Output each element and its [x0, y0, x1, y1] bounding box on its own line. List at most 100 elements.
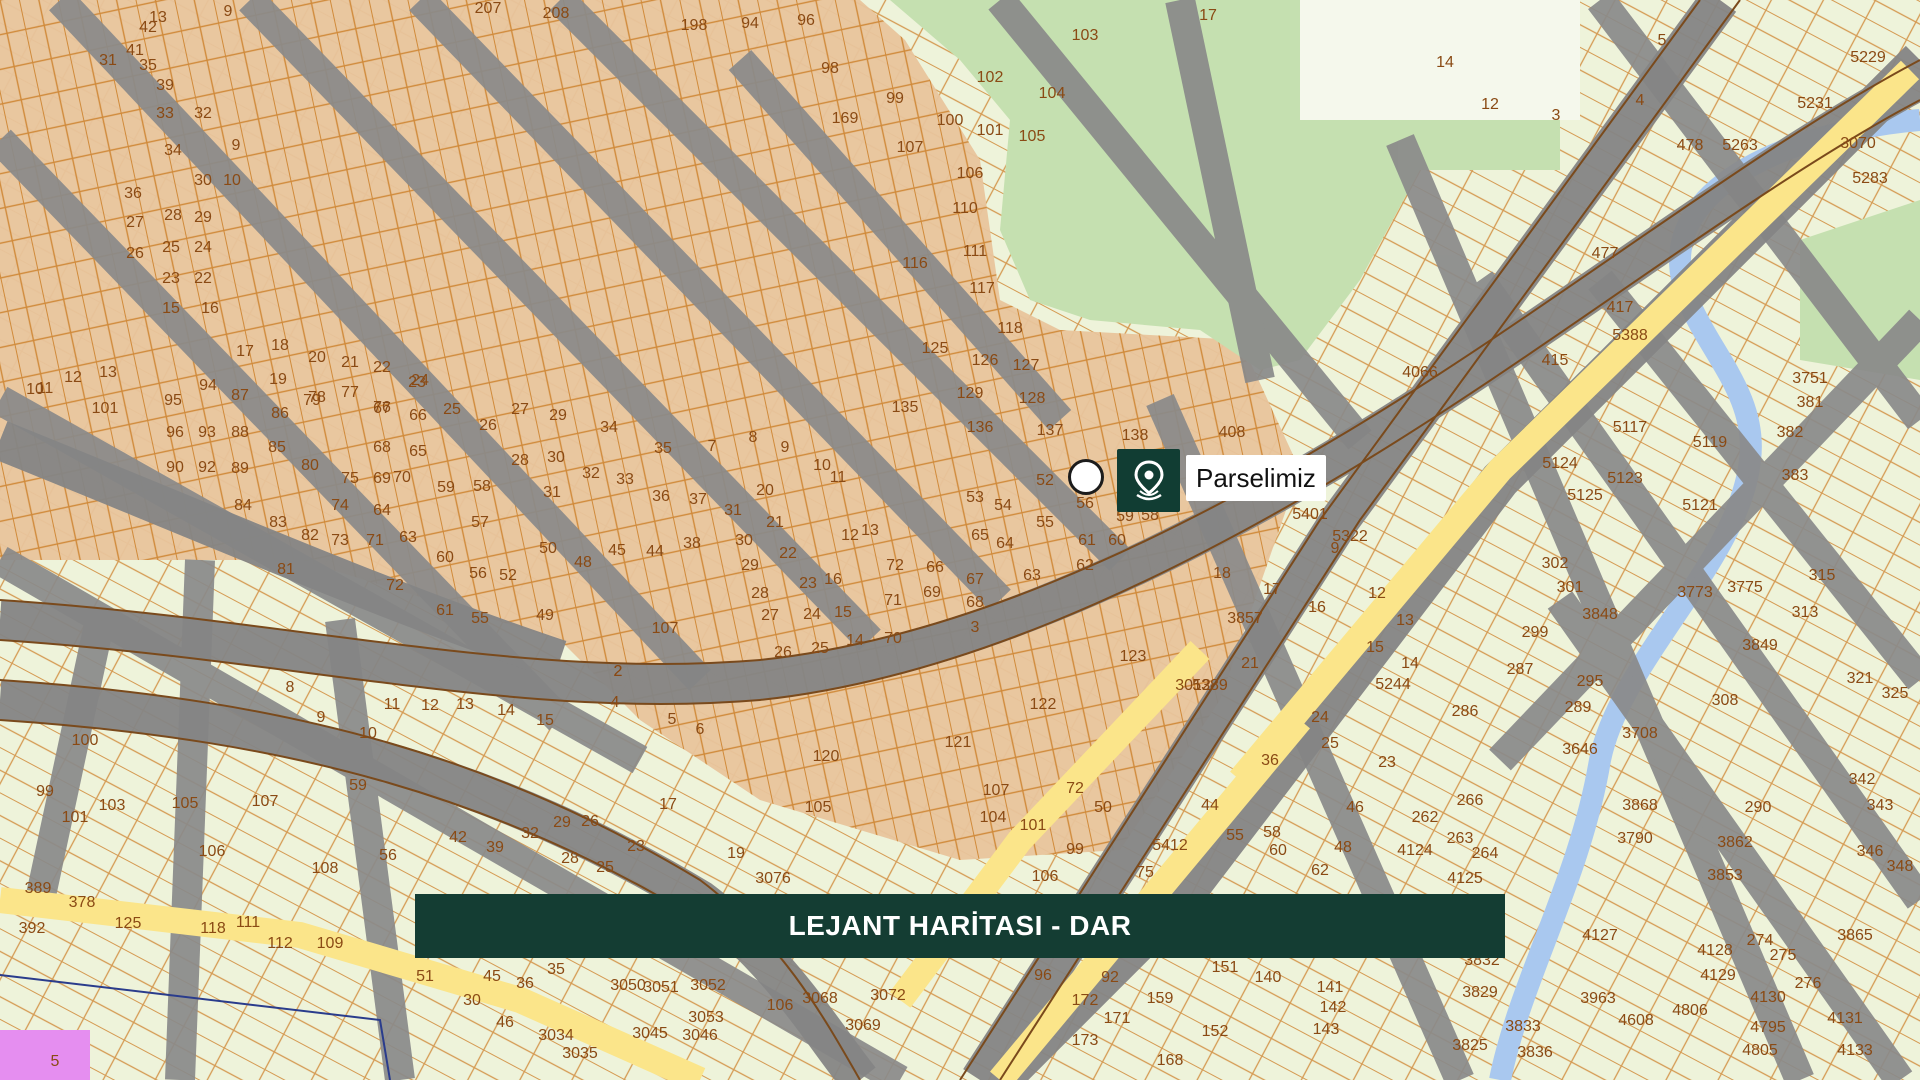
parcel-number: 27 [511, 401, 529, 418]
parcel-number: 107 [252, 793, 279, 810]
parcel-number: 31 [724, 502, 742, 519]
parcel-number: 62 [1311, 862, 1329, 879]
parcel-number: 33 [616, 471, 634, 488]
parcel-number: 52 [499, 567, 517, 584]
parcel-number: 100 [937, 112, 964, 129]
parcel-number: 112 [267, 935, 293, 952]
parcel-number: 4806 [1672, 1002, 1708, 1019]
parcel-number: 12 [841, 527, 859, 544]
parcel-number: 84 [234, 497, 252, 514]
parcel-number: 3790 [1617, 830, 1653, 847]
parcel-number: 25 [596, 859, 614, 876]
parcel-number: 3034 [538, 1027, 574, 1044]
parcel-number: 4131 [1827, 1010, 1863, 1027]
parcel-number: 26 [126, 245, 144, 262]
parcel-number: 80 [301, 457, 319, 474]
parcel-number: 11 [384, 696, 401, 713]
parcel-number: 48 [1334, 839, 1352, 856]
parcel-number: 72 [1066, 780, 1084, 797]
parcel-number: 36 [124, 185, 142, 202]
parcel-number: 94 [741, 15, 759, 32]
parcel-number: 14 [1436, 54, 1454, 71]
parcel-number: 9 [317, 709, 326, 726]
parcel-number: 93 [198, 424, 216, 441]
parcel-number: 35 [654, 440, 672, 457]
parcel-number: 207 [475, 0, 502, 17]
parcel-number: 9 [1331, 540, 1340, 557]
parcel-number: 138 [1122, 427, 1149, 444]
parcel-number: 417 [1607, 299, 1634, 316]
parcel-number: 3708 [1622, 725, 1658, 742]
parcel-number: 381 [1797, 394, 1824, 411]
parcel-number: 59 [437, 479, 455, 496]
parcel-number: 266 [1457, 792, 1484, 809]
parcel-number: 61 [436, 602, 454, 619]
parcel-number: 19 [727, 845, 745, 862]
parcel-number: 348 [1887, 858, 1914, 875]
parcel-number: 4795 [1750, 1019, 1786, 1036]
parcel-number: 61 [1078, 532, 1096, 549]
parcel-number: 35 [139, 57, 157, 74]
parcel-number: 30 [194, 172, 212, 189]
parcel-number: 58 [473, 478, 491, 495]
parcel-number: 3072 [870, 987, 906, 1004]
parcel-number: 4066 [1402, 364, 1438, 381]
parcel-number: 22 [194, 270, 212, 287]
parcel-point-marker[interactable] [1068, 459, 1104, 495]
parcel-number: 16 [1308, 599, 1326, 616]
parcel-number: 87 [231, 387, 249, 404]
parcel-number: 5 [1658, 32, 1667, 49]
parcel-number: 39 [156, 77, 174, 94]
parcel-number: 13 [861, 522, 879, 539]
location-pin-icon[interactable] [1117, 449, 1180, 512]
parcel-number: 299 [1522, 624, 1549, 641]
parcel-number: 56 [379, 847, 397, 864]
parcel-label: Parselimiz [1186, 455, 1326, 501]
parcel-number: 172 [1072, 992, 1099, 1009]
parcel-number: 35 [547, 961, 565, 978]
parcel-number: 28 [164, 207, 182, 224]
parcel-number: 82 [301, 527, 319, 544]
parcel-number: 276 [1795, 975, 1822, 992]
parcel-number: 12 [64, 369, 82, 386]
parcel-number: 378 [69, 894, 96, 911]
parcel-number: 34 [164, 142, 182, 159]
parcel-number: 264 [1472, 845, 1499, 862]
parcel-number: 5121 [1682, 497, 1718, 514]
parcel-number: 3045 [632, 1025, 668, 1042]
parcel-number: 5 [51, 1053, 60, 1070]
parcel-number: 263 [1447, 830, 1474, 847]
parcel-number: 4608 [1618, 1012, 1654, 1029]
parcel-number: 65 [971, 527, 989, 544]
parcel-number: 121 [945, 734, 972, 751]
parcel-number: 74 [331, 497, 349, 514]
parcel-number: 5123 [1607, 470, 1643, 487]
parcel-number: 88 [231, 424, 249, 441]
parcel-number: 32 [582, 465, 600, 482]
parcel-number: 101 [1020, 817, 1047, 834]
parcel-number: 5388 [1612, 327, 1648, 344]
parcel-number: 30 [547, 449, 565, 466]
legend-title: LEJANT HARİTASI - DAR [788, 910, 1132, 941]
parcel-number: 415 [1542, 352, 1569, 369]
parcel-number: 3068 [802, 990, 838, 1007]
parcel-number: 67 [966, 571, 984, 588]
parcel-number: 37 [689, 491, 707, 508]
parcel-number: 10 [359, 725, 377, 742]
parcel-number: 42 [139, 19, 157, 36]
parcel-number: 478 [1677, 137, 1704, 154]
parcel-number: 137 [1037, 422, 1064, 439]
parcel-number: 128 [1019, 390, 1046, 407]
parcel-number: 107 [897, 139, 924, 156]
parcel-number: 275 [1770, 947, 1797, 964]
parcel-number: 66 [926, 559, 944, 576]
parcel-number: 109 [317, 935, 344, 952]
parcel-number: 65 [409, 443, 427, 460]
parcel-number: 36 [516, 975, 534, 992]
parcel-number: 3857 [1227, 610, 1263, 627]
parcel-number: 64 [996, 535, 1014, 552]
parcel-number: 24 [411, 372, 429, 389]
parcel-number: 5124 [1542, 455, 1578, 472]
parcel-number: 15 [536, 712, 554, 729]
parcel-number: 5229 [1850, 49, 1886, 66]
